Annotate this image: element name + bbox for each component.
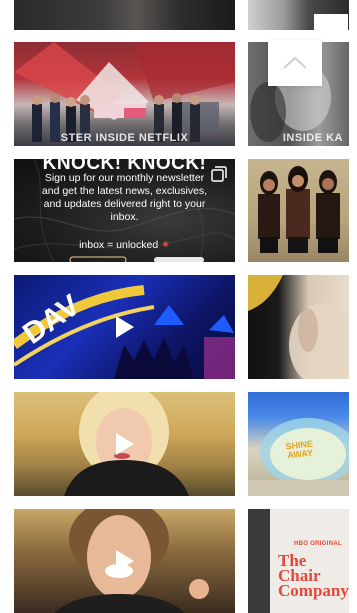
post-tile-smiling-video[interactable] bbox=[14, 509, 235, 613]
post-tile-chair-company[interactable]: HBO ORIGINAL The Chair Company bbox=[248, 509, 349, 613]
post-tile-top-left[interactable] bbox=[14, 0, 235, 30]
chevron-up-icon bbox=[283, 56, 307, 69]
post-tile-blonde-video[interactable] bbox=[14, 392, 235, 496]
tile-caption: INSIDE KA bbox=[282, 132, 343, 144]
play-icon bbox=[114, 314, 136, 340]
play-icon bbox=[114, 431, 136, 457]
post-tile-sparkle-gown[interactable] bbox=[248, 275, 349, 379]
post-tile-shine-away[interactable]: SHINE AWAY bbox=[248, 392, 349, 496]
post-tile-newsletter[interactable]: KNOCK! KNOCK! Sign up for our monthly ne… bbox=[14, 159, 235, 262]
newsletter-inbox-line: inbox = unlocked ✷ bbox=[79, 239, 170, 251]
performers-art bbox=[258, 166, 340, 253]
shine-away-logo: SHINE AWAY bbox=[285, 438, 314, 461]
sparkle-gown-art bbox=[248, 275, 349, 379]
post-tile-neon-sign-video[interactable]: DAV bbox=[14, 275, 235, 379]
tile-caption: STER INSIDE NETFLIX bbox=[60, 132, 189, 144]
netflix-sign-art bbox=[14, 42, 235, 142]
newsletter-body: Sign up for our monthly newsletter and g… bbox=[41, 172, 208, 223]
play-icon bbox=[114, 548, 136, 574]
spark-icon: ✷ bbox=[161, 239, 170, 251]
instagram-feed-grid: STER INSIDE NETFLIX INSIDE KA KNOCK! KNO… bbox=[0, 0, 357, 613]
scroll-to-top-button[interactable] bbox=[268, 40, 322, 86]
post-tile-trio-performers[interactable] bbox=[248, 159, 349, 262]
post-tile-netflix-sign[interactable]: STER INSIDE NETFLIX bbox=[14, 42, 235, 146]
hbo-original-label: HBO ORIGINAL bbox=[294, 541, 342, 547]
multiple-images-icon bbox=[211, 166, 227, 182]
chair-company-logo: The Chair Company bbox=[278, 551, 349, 600]
